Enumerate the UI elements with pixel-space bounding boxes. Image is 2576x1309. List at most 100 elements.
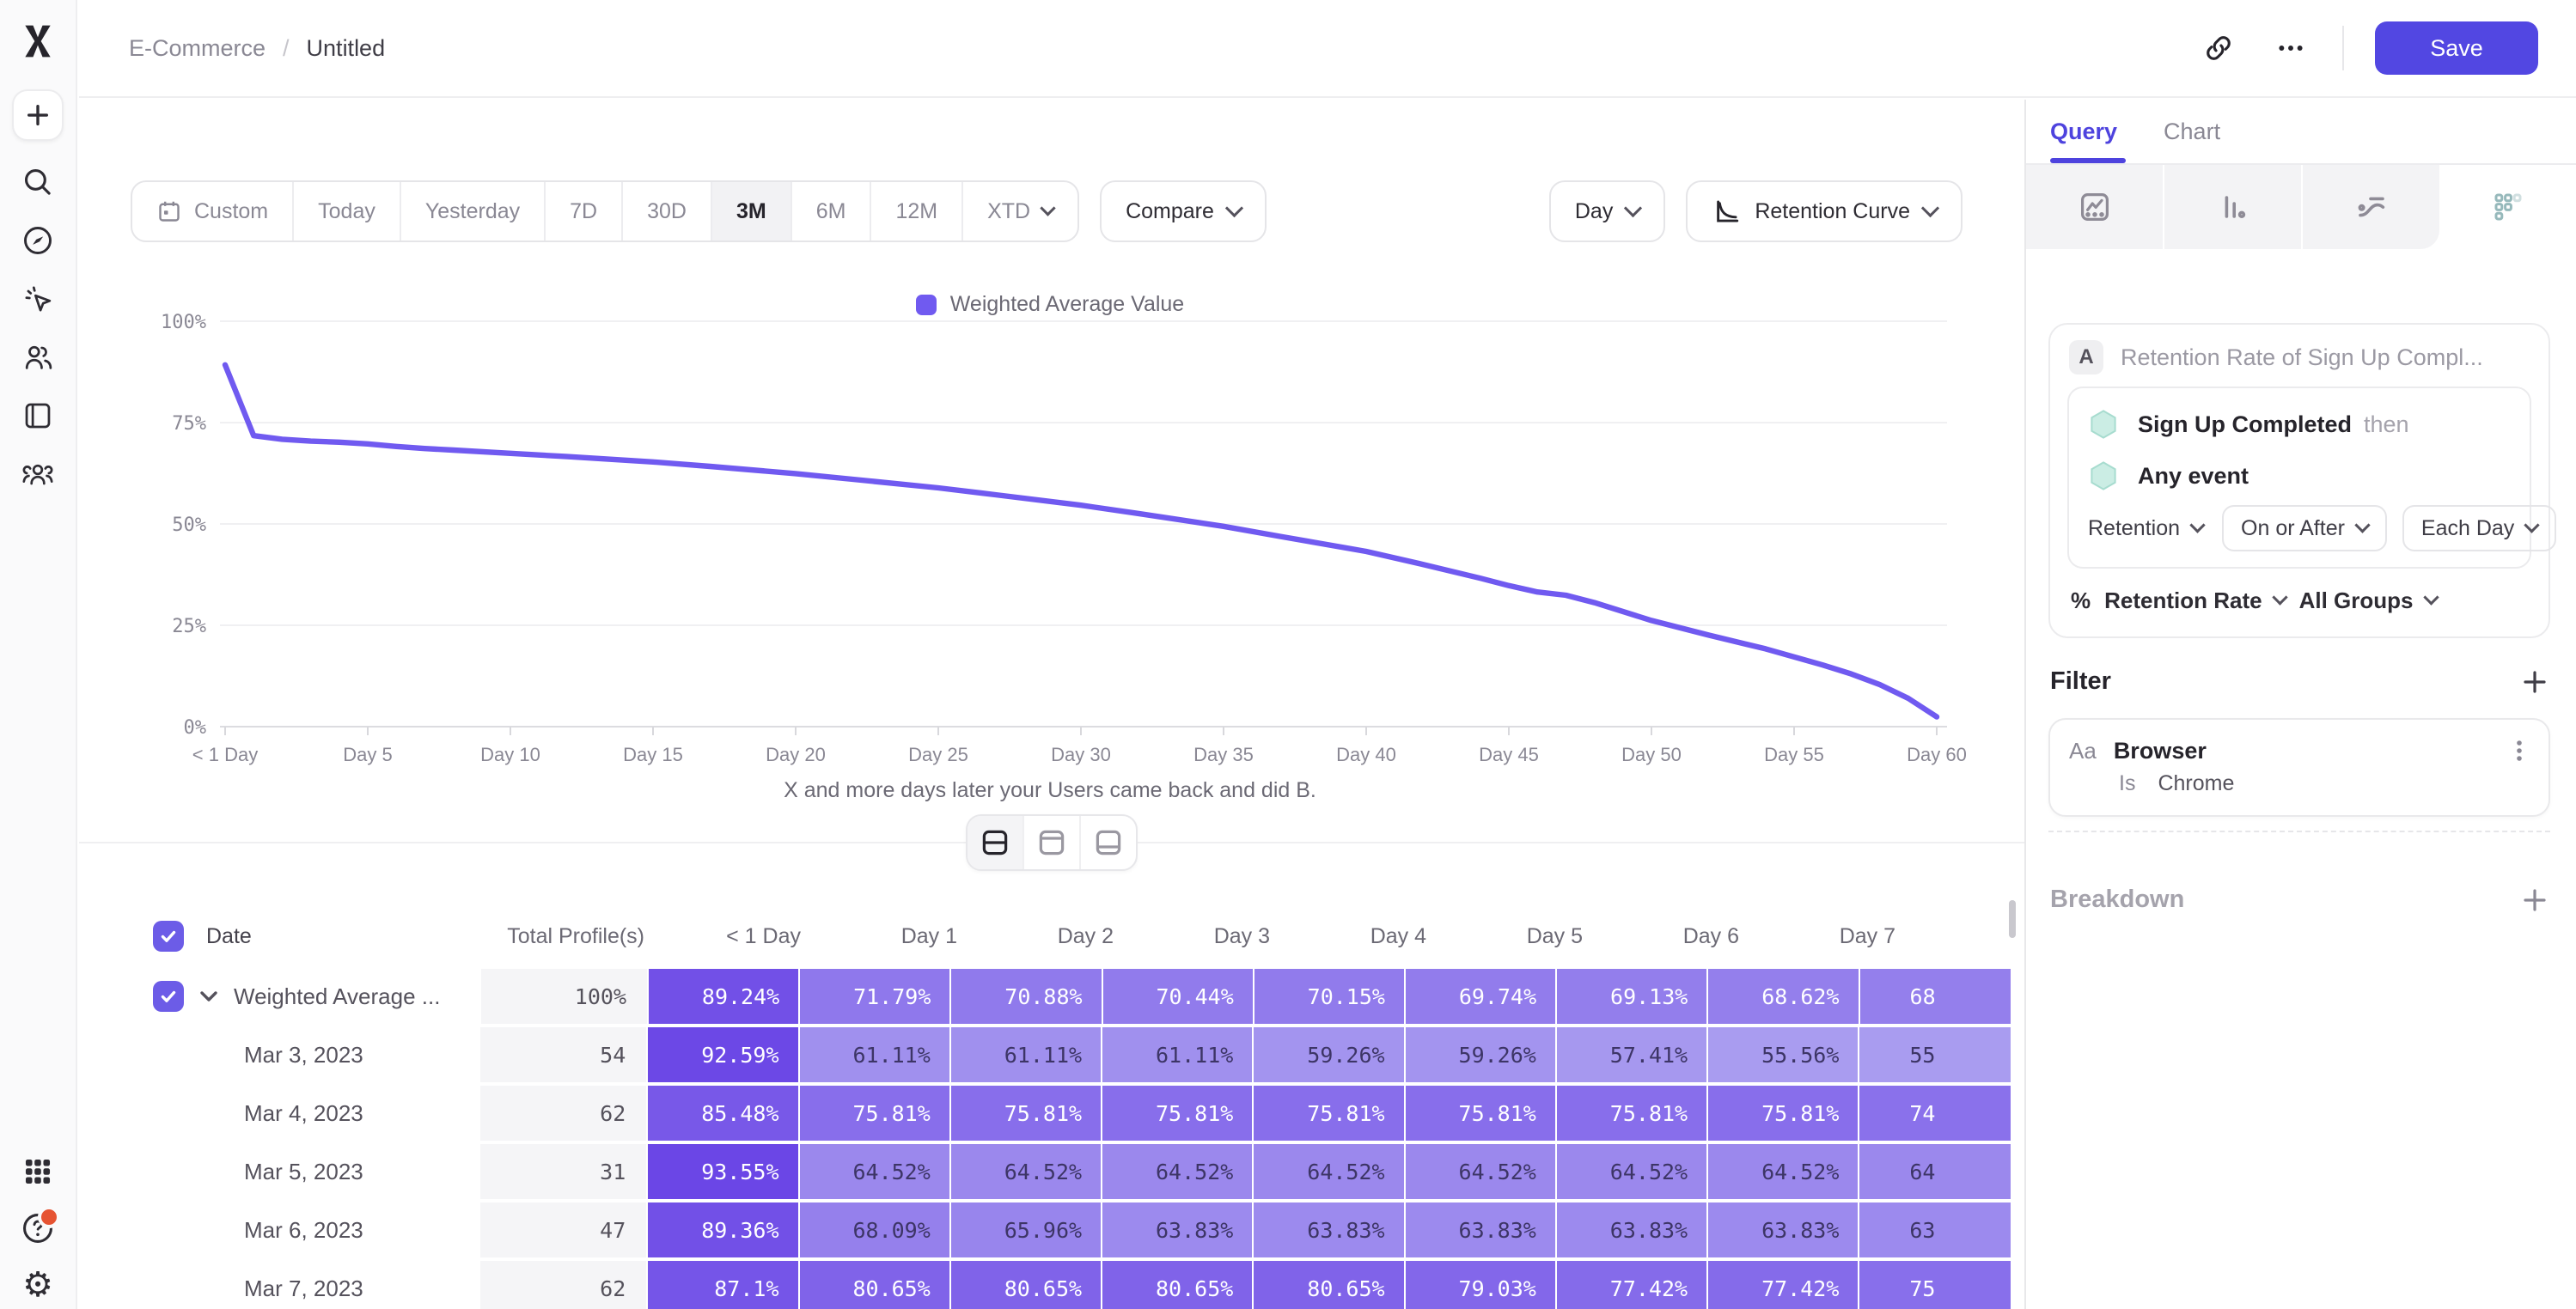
- filter-operator[interactable]: Is: [2119, 771, 2135, 796]
- table-scrollbar-thumb[interactable]: [2009, 900, 2016, 938]
- retention-mode-dropdown[interactable]: Retention: [2088, 505, 2207, 551]
- table-row[interactable]: Mar 6, 20234789.36%68.09%65.96%63.83%63.…: [127, 1202, 2011, 1257]
- retention-cell[interactable]: 63.83%: [1708, 1202, 1858, 1257]
- more-options-icon[interactable]: [2270, 27, 2311, 69]
- breadcrumb-workspace[interactable]: E-Commerce: [129, 35, 266, 62]
- retention-cell-clipped[interactable]: 75: [1859, 1261, 2011, 1309]
- filter-value[interactable]: Chrome: [2158, 771, 2234, 796]
- retention-cell[interactable]: 70.44%: [1103, 969, 1253, 1024]
- retention-cell[interactable]: 75.81%: [800, 1086, 949, 1141]
- retention-cell[interactable]: 64.52%: [1406, 1144, 1555, 1199]
- retention-cell-clipped[interactable]: 64: [1859, 1144, 2011, 1199]
- explore-compass-icon[interactable]: [21, 223, 55, 258]
- events-cursor-icon[interactable]: [21, 282, 55, 316]
- retention-cell[interactable]: 63.83%: [1557, 1202, 1706, 1257]
- compare-button[interactable]: Compare: [1100, 180, 1267, 242]
- retention-cell[interactable]: 80.65%: [800, 1261, 949, 1309]
- range-3m[interactable]: 3M: [712, 182, 792, 240]
- retention-cell[interactable]: 89.36%: [648, 1202, 797, 1257]
- retention-cell[interactable]: 68.09%: [800, 1202, 949, 1257]
- type-retention-button[interactable]: [2439, 165, 2576, 249]
- apps-grid-icon[interactable]: [21, 1154, 55, 1189]
- range-30d[interactable]: 30D: [623, 182, 712, 240]
- retention-cell[interactable]: 64.52%: [1254, 1144, 1403, 1199]
- retention-cell[interactable]: 75.81%: [1406, 1086, 1555, 1141]
- retention-cell[interactable]: 64.52%: [800, 1144, 949, 1199]
- range-custom[interactable]: Custom: [132, 182, 294, 240]
- retention-cell-clipped[interactable]: 68: [1860, 969, 2011, 1024]
- interval-dropdown[interactable]: Each Day: [2402, 505, 2556, 551]
- share-link-icon[interactable]: [2198, 27, 2239, 69]
- filter-kebab-icon[interactable]: [2507, 737, 2531, 764]
- retention-cell[interactable]: 75.81%: [951, 1086, 1101, 1141]
- retention-cell[interactable]: 63.83%: [1102, 1202, 1252, 1257]
- retention-cell[interactable]: 59.26%: [1406, 1027, 1555, 1082]
- type-funnel-button[interactable]: [2303, 165, 2439, 249]
- cohorts-users-icon[interactable]: [21, 457, 55, 491]
- table-row[interactable]: Mar 3, 20235492.59%61.11%61.11%61.11%59.…: [127, 1027, 2011, 1082]
- retention-cell[interactable]: 57.41%: [1557, 1027, 1706, 1082]
- granularity-button[interactable]: Day: [1549, 180, 1665, 242]
- retention-cell[interactable]: 64.52%: [951, 1144, 1101, 1199]
- range-yesterday[interactable]: Yesterday: [401, 182, 546, 240]
- retention-cell-clipped[interactable]: 55: [1859, 1027, 2011, 1082]
- retention-cell[interactable]: 85.48%: [648, 1086, 797, 1141]
- event-name[interactable]: Sign Up Completed: [2138, 411, 2352, 438]
- retention-cell[interactable]: 63.83%: [1254, 1202, 1403, 1257]
- help-button[interactable]: [21, 1211, 55, 1245]
- range-xtd[interactable]: XTD: [963, 182, 1077, 240]
- chart-type-button[interactable]: Retention Curve: [1686, 180, 1963, 242]
- retention-cell[interactable]: 80.65%: [1102, 1261, 1252, 1309]
- table-row[interactable]: Weighted Average ...100%89.24%71.79%70.8…: [127, 969, 2011, 1024]
- event-name[interactable]: Any event: [2138, 463, 2249, 490]
- retention-cell[interactable]: 65.96%: [951, 1202, 1101, 1257]
- retention-cell[interactable]: 70.88%: [951, 969, 1101, 1024]
- event-row-1[interactable]: Sign Up Completed then: [2088, 402, 2511, 447]
- row-checkbox[interactable]: [153, 981, 184, 1012]
- retention-cell[interactable]: 80.65%: [951, 1261, 1101, 1309]
- audience-users-icon[interactable]: [21, 340, 55, 374]
- retention-cell[interactable]: 89.24%: [649, 969, 798, 1024]
- filter-card[interactable]: Aa Browser Is Chrome: [2048, 718, 2550, 817]
- row-checkbox[interactable]: [153, 921, 184, 952]
- type-bar-chart-button[interactable]: [2164, 165, 2303, 249]
- tab-chart[interactable]: Chart: [2164, 119, 2220, 145]
- range-6m[interactable]: 6M: [792, 182, 872, 240]
- new-report-button[interactable]: [12, 89, 64, 141]
- retention-cell[interactable]: 79.03%: [1406, 1261, 1555, 1309]
- event-row-2[interactable]: Any event: [2088, 454, 2511, 498]
- retention-cell-clipped[interactable]: 63: [1859, 1202, 2011, 1257]
- tab-query[interactable]: Query: [2050, 119, 2117, 145]
- range-today[interactable]: Today: [294, 182, 401, 240]
- retention-cell[interactable]: 75.81%: [1557, 1086, 1706, 1141]
- layout-table-only-button[interactable]: [1081, 816, 1136, 869]
- retention-cell[interactable]: 77.42%: [1708, 1261, 1858, 1309]
- retention-cell[interactable]: 92.59%: [648, 1027, 797, 1082]
- retention-cell[interactable]: 70.15%: [1254, 969, 1404, 1024]
- expand-chevron-icon[interactable]: [199, 990, 218, 1002]
- layout-chart-only-button[interactable]: [1024, 816, 1081, 869]
- add-filter-button[interactable]: [2521, 668, 2549, 696]
- retention-cell[interactable]: 87.1%: [648, 1261, 797, 1309]
- retention-cell[interactable]: 61.11%: [800, 1027, 949, 1082]
- retention-cell[interactable]: 75.81%: [1102, 1086, 1252, 1141]
- retention-cell[interactable]: 64.52%: [1102, 1144, 1252, 1199]
- retention-cell[interactable]: 61.11%: [951, 1027, 1101, 1082]
- window-dropdown[interactable]: On or After: [2222, 505, 2387, 551]
- app-logo-icon[interactable]: [19, 22, 57, 60]
- table-row[interactable]: Mar 5, 20233193.55%64.52%64.52%64.52%64.…: [127, 1144, 2011, 1199]
- retention-cell[interactable]: 93.55%: [648, 1144, 797, 1199]
- query-title[interactable]: Retention Rate of Sign Up Compl...: [2121, 344, 2483, 371]
- retention-cell[interactable]: 77.42%: [1557, 1261, 1706, 1309]
- retention-curve-chart[interactable]: 100%75%50%25%0%< 1 DayDay 5Day 10Day 15D…: [127, 309, 1973, 766]
- retention-cell[interactable]: 75.81%: [1708, 1086, 1858, 1141]
- retention-cell[interactable]: 63.83%: [1406, 1202, 1555, 1257]
- range-7d[interactable]: 7D: [546, 182, 623, 240]
- table-row[interactable]: Mar 7, 20236287.1%80.65%80.65%80.65%80.6…: [127, 1261, 2011, 1309]
- retention-cell-clipped[interactable]: 74: [1859, 1086, 2011, 1141]
- settings-gear-icon[interactable]: ⚙: [21, 1268, 55, 1302]
- layout-split-button[interactable]: [968, 816, 1024, 869]
- retention-cell[interactable]: 68.62%: [1708, 969, 1858, 1024]
- breadcrumb-report-title[interactable]: Untitled: [307, 35, 386, 62]
- retention-cell[interactable]: 64.52%: [1708, 1144, 1858, 1199]
